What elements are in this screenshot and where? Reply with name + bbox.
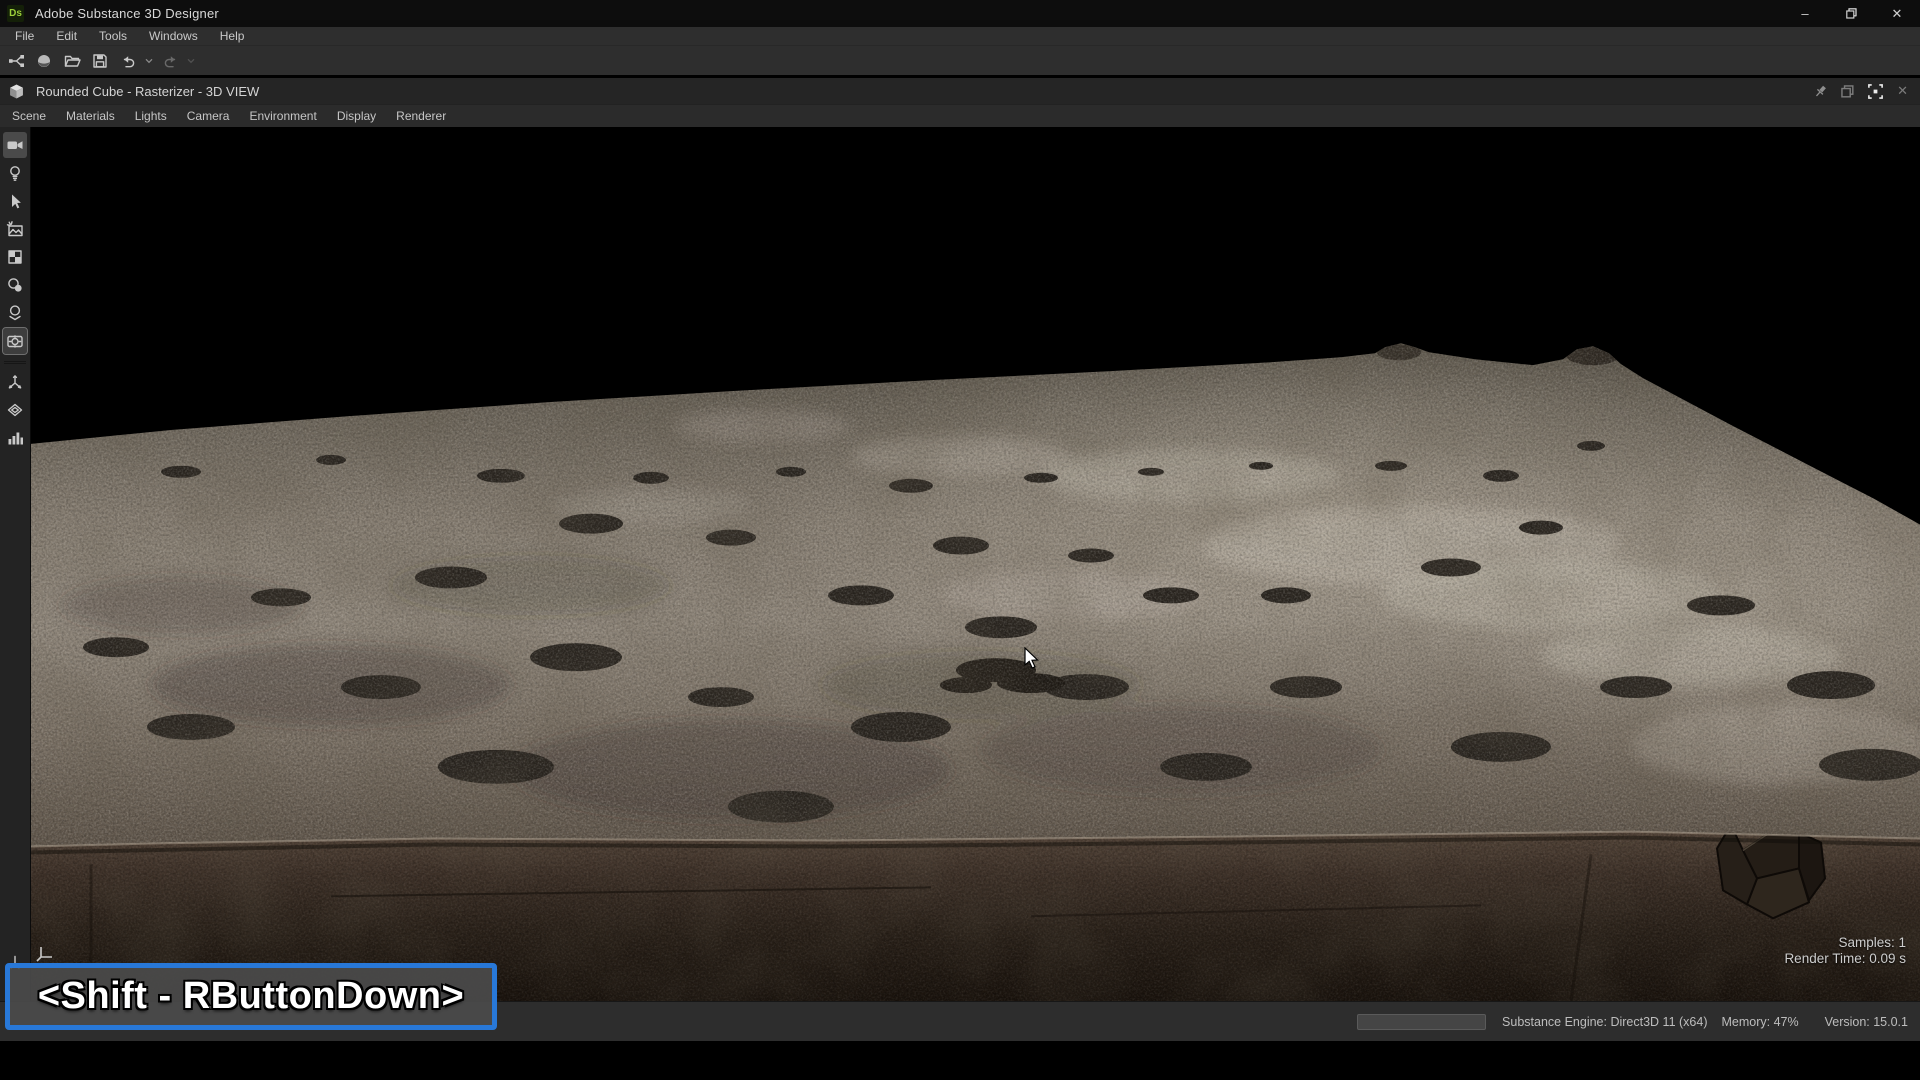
open-folder-icon[interactable] bbox=[60, 49, 84, 73]
restore-button[interactable] bbox=[1828, 0, 1874, 27]
window-title: Adobe Substance 3D Designer bbox=[35, 6, 219, 21]
memory-status: Memory: 47% bbox=[1721, 1015, 1798, 1029]
render-stats: Samples: 1 Render Time: 0.09 s bbox=[1784, 935, 1906, 967]
panel-menu-scene[interactable]: Scene bbox=[2, 109, 56, 123]
menu-file[interactable]: File bbox=[4, 29, 45, 43]
cube-icon bbox=[9, 84, 24, 99]
bottom-black-strip bbox=[0, 1041, 1920, 1080]
menu-tools[interactable]: Tools bbox=[88, 29, 138, 43]
menu-edit[interactable]: Edit bbox=[45, 29, 88, 43]
app-logo-icon: Ds bbox=[7, 5, 24, 22]
graph-link-icon[interactable] bbox=[4, 49, 28, 73]
panel-menu-camera[interactable]: Camera bbox=[177, 109, 240, 123]
restore-icon bbox=[1846, 8, 1857, 19]
close-button[interactable]: ✕ bbox=[1874, 0, 1920, 27]
version-status: Version: 15.0.1 bbox=[1825, 1015, 1908, 1029]
samples-readout: Samples: 1 bbox=[1784, 935, 1906, 951]
main-area: Samples: 1 Render Time: 0.09 s bbox=[0, 127, 1920, 1001]
progress-bar bbox=[1357, 1014, 1486, 1030]
undo-dropdown-icon[interactable] bbox=[144, 49, 154, 73]
menu-bar: File Edit Tools Windows Help bbox=[0, 27, 1920, 45]
pointer-icon[interactable] bbox=[3, 188, 27, 214]
3d-viewport-render bbox=[31, 127, 1920, 1001]
lightbulb-icon[interactable] bbox=[3, 160, 27, 186]
window-controls: – ✕ bbox=[1782, 0, 1920, 27]
menu-help[interactable]: Help bbox=[209, 29, 256, 43]
3d-viewport[interactable]: Samples: 1 Render Time: 0.09 s bbox=[31, 127, 1920, 1001]
redo-icon[interactable] bbox=[158, 49, 182, 73]
keypress-overlay: <Shift - RButtonDown> bbox=[5, 963, 497, 1030]
3d-view-panel-header[interactable]: Rounded Cube - Rasterizer - 3D VIEW ✕ bbox=[0, 78, 1920, 104]
minimize-button[interactable]: – bbox=[1782, 0, 1828, 27]
close-icon[interactable]: ✕ bbox=[1897, 83, 1908, 99]
title-bar: Ds Adobe Substance 3D Designer – ✕ bbox=[0, 0, 1920, 27]
panel-menu-lights[interactable]: Lights bbox=[125, 109, 177, 123]
focus-icon[interactable] bbox=[1867, 83, 1884, 100]
mouse-cursor bbox=[1024, 647, 1039, 669]
3d-view-menu-bar: Scene Materials Lights Camera Environmen… bbox=[0, 104, 1920, 127]
main-toolbar bbox=[0, 45, 1920, 75]
redo-dropdown-icon[interactable] bbox=[186, 49, 196, 73]
divider bbox=[4, 361, 26, 362]
sphere-drop-icon[interactable] bbox=[3, 300, 27, 326]
viewport-toolbar bbox=[0, 127, 31, 1001]
panel-menu-environment[interactable]: Environment bbox=[239, 109, 326, 123]
engine-status: Substance Engine: Direct3D 11 (x64) bbox=[1502, 1015, 1707, 1029]
geometry-diamond-icon[interactable] bbox=[3, 397, 27, 423]
render-time-readout: Render Time: 0.09 s bbox=[1784, 951, 1906, 967]
undo-icon[interactable] bbox=[116, 49, 140, 73]
display-camera-icon[interactable] bbox=[3, 132, 27, 158]
environment-image-icon[interactable] bbox=[3, 216, 27, 242]
render-settings-icon[interactable] bbox=[3, 328, 27, 354]
panel-title: Rounded Cube - Rasterizer - 3D VIEW bbox=[36, 84, 259, 99]
panel-menu-materials[interactable]: Materials bbox=[56, 109, 125, 123]
keypress-overlay-text: <Shift - RButtonDown> bbox=[38, 975, 464, 1018]
sphere-icon[interactable] bbox=[32, 49, 56, 73]
save-icon[interactable] bbox=[88, 49, 112, 73]
panel-menu-renderer[interactable]: Renderer bbox=[386, 109, 456, 123]
transform-axes-icon[interactable] bbox=[3, 369, 27, 395]
menu-windows[interactable]: Windows bbox=[138, 29, 209, 43]
application-window: Ds Adobe Substance 3D Designer – ✕ File … bbox=[0, 0, 1920, 1080]
material-spheres-icon[interactable] bbox=[3, 272, 27, 298]
texture-checker-icon[interactable] bbox=[3, 244, 27, 270]
histogram-icon[interactable] bbox=[3, 425, 27, 451]
panel-menu-display[interactable]: Display bbox=[327, 109, 386, 123]
axis-gizmo-icon[interactable] bbox=[35, 943, 57, 965]
restore-panel-icon[interactable] bbox=[1841, 85, 1854, 98]
panel-header-icons: ✕ bbox=[1813, 83, 1920, 100]
pin-icon[interactable] bbox=[1813, 84, 1828, 99]
